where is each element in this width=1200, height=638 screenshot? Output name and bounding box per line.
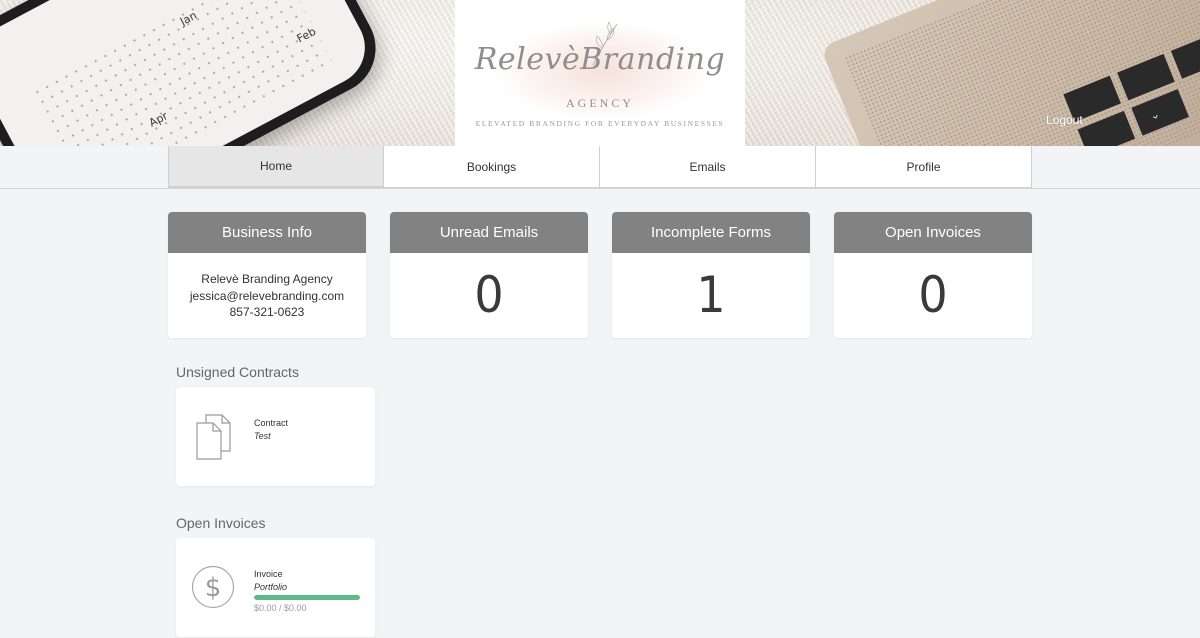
invoice-progress-fill (254, 595, 360, 600)
business-email: jessica@relevebranding.com (189, 288, 345, 303)
contract-item[interactable]: Contract Test (176, 387, 375, 486)
business-phone: 857-321-0623 (229, 305, 305, 319)
nav-tabs: Home Bookings Emails Profile (168, 146, 1032, 188)
tab-profile[interactable]: Profile (816, 146, 1032, 188)
logout-link[interactable]: Logout (1046, 113, 1083, 127)
open-invoices-card[interactable]: Open Invoices 0 (834, 212, 1032, 338)
contract-type: Contract (254, 418, 289, 428)
invoice-amount: $0.00 / $0.00 (254, 603, 307, 613)
unread-emails-count: 0 (474, 266, 504, 324)
open-invoices-count: 0 (918, 266, 948, 324)
unsigned-contracts-heading: Unsigned Contracts (176, 364, 299, 380)
card-title: Open Invoices (834, 212, 1032, 253)
tab-bookings[interactable]: Bookings (384, 146, 600, 188)
logo-script-text: RelevèBranding (474, 42, 726, 77)
logo-agency-text: AGENCY (566, 96, 634, 110)
key-glyph-icon: ⌄ (1147, 106, 1162, 123)
invoice-type: Invoice (254, 569, 283, 579)
svg-text:$: $ (205, 573, 222, 603)
brand-logo: RelevèBranding AGENCY ELEVATED BRANDING … (455, 0, 745, 146)
invoice-name: Portfolio (254, 582, 288, 592)
card-title: Unread Emails (390, 212, 588, 253)
incomplete-forms-count: 1 (696, 266, 726, 324)
main-nav: Home Bookings Emails Profile (0, 146, 1200, 189)
invoice-progress-bar (254, 595, 360, 600)
open-invoices-heading: Open Invoices (176, 515, 266, 531)
card-title: Incomplete Forms (612, 212, 810, 253)
contract-name: Test (254, 431, 271, 441)
unread-emails-card[interactable]: Unread Emails 0 (390, 212, 588, 338)
business-name: Relevè Branding Agency (201, 272, 333, 286)
business-details: Relevè Branding Agency jessica@relevebra… (168, 253, 366, 321)
logo-tagline: ELEVATED BRANDING FOR EVERYDAY BUSINESSE… (475, 119, 725, 128)
incomplete-forms-card[interactable]: Incomplete Forms 1 (612, 212, 810, 338)
tab-emails[interactable]: Emails (600, 146, 816, 188)
documents-icon (196, 414, 231, 460)
header-banner: 2020 Jan Feb Apr ⌄ RelevèBranding AGENCY… (0, 0, 1200, 146)
dollar-icon: $ (191, 565, 235, 609)
tab-home[interactable]: Home (168, 146, 384, 188)
business-info-card: Business Info Relevè Branding Agency jes… (168, 212, 366, 338)
card-title: Business Info (168, 212, 366, 253)
invoice-item[interactable]: $ Invoice Portfolio $0.00 / $0.00 (176, 538, 375, 637)
